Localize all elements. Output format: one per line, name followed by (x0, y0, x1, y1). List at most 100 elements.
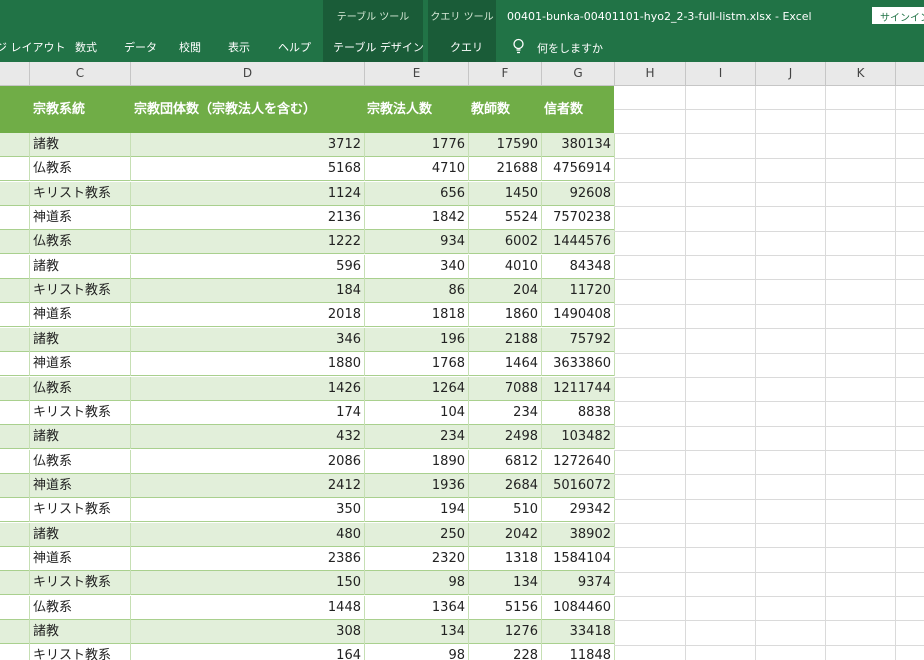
cell-believers[interactable]: 1084460 (542, 595, 615, 620)
cell-groups[interactable]: 2018 (131, 303, 365, 328)
cell-teachers[interactable]: 234 (469, 400, 542, 425)
cell-teachers[interactable]: 204 (469, 279, 542, 304)
cell-teachers[interactable]: 1464 (469, 352, 542, 377)
cell-believers[interactable]: 33418 (542, 620, 615, 644)
cell-believers[interactable]: 11848 (542, 644, 615, 660)
cell-religion[interactable]: キリスト教系 (30, 644, 131, 660)
cell-groups[interactable]: 5168 (131, 157, 365, 182)
cell-religion[interactable]: キリスト教系 (30, 279, 131, 304)
cell-groups[interactable]: 2136 (131, 206, 365, 231)
column-header-j[interactable]: J (756, 62, 826, 86)
cell-teachers[interactable]: 510 (469, 498, 542, 523)
cell-b[interactable] (0, 473, 30, 498)
cell-b[interactable] (0, 230, 30, 255)
sign-in-button[interactable]: サインイン (872, 7, 924, 24)
cell-groups[interactable]: 308 (131, 620, 365, 644)
cell-religion[interactable]: 諸教 (30, 425, 131, 450)
cell-religion[interactable]: 諸教 (30, 327, 131, 352)
cell-b[interactable] (0, 279, 30, 304)
column-header-g[interactable]: G (542, 62, 615, 86)
cell-b[interactable] (0, 644, 30, 660)
cell-believers[interactable]: 5016072 (542, 473, 615, 498)
cell-b[interactable] (0, 425, 30, 450)
cell-teachers[interactable]: 21688 (469, 157, 542, 182)
cell-groups[interactable]: 3712 (131, 133, 365, 157)
tab-query[interactable]: クエリ (450, 39, 483, 55)
cell-teachers[interactable]: 6812 (469, 449, 542, 474)
column-header-f[interactable]: F (469, 62, 542, 86)
header-religion[interactable]: 宗教系統 (33, 86, 85, 133)
cell-teachers[interactable]: 1860 (469, 303, 542, 328)
cell-religion[interactable]: 仏教系 (30, 595, 131, 620)
cell-religion[interactable]: 諸教 (30, 522, 131, 547)
cell-corporations[interactable]: 104 (365, 400, 469, 425)
cell-corporations[interactable]: 656 (365, 181, 469, 206)
cell-corporations[interactable]: 98 (365, 571, 469, 596)
cell-b[interactable] (0, 449, 30, 474)
cell-believers[interactable]: 29342 (542, 498, 615, 523)
cell-groups[interactable]: 596 (131, 254, 365, 279)
cell-groups[interactable]: 1880 (131, 352, 365, 377)
cell-religion[interactable]: キリスト教系 (30, 571, 131, 596)
cell-corporations[interactable]: 250 (365, 522, 469, 547)
tab-formulas[interactable]: 数式 (75, 39, 97, 55)
cell-groups[interactable]: 164 (131, 644, 365, 660)
cell-teachers[interactable]: 228 (469, 644, 542, 660)
cell-b[interactable] (0, 571, 30, 596)
cell-religion[interactable]: 諸教 (30, 254, 131, 279)
cell-groups[interactable]: 432 (131, 425, 365, 450)
cell-groups[interactable]: 1124 (131, 181, 365, 206)
cell-believers[interactable]: 92608 (542, 181, 615, 206)
tab-table-design[interactable]: テーブル デザイン (333, 39, 424, 55)
cell-groups[interactable]: 1426 (131, 376, 365, 401)
cell-b[interactable] (0, 522, 30, 547)
cell-religion[interactable]: 仏教系 (30, 157, 131, 182)
cell-b[interactable] (0, 498, 30, 523)
tab-page-layout[interactable]: ジ レイアウト (0, 39, 66, 55)
cell-groups[interactable]: 1448 (131, 595, 365, 620)
cell-groups[interactable]: 2086 (131, 449, 365, 474)
cell-corporations[interactable]: 98 (365, 644, 469, 660)
cell-groups[interactable]: 480 (131, 522, 365, 547)
cell-religion[interactable]: 仏教系 (30, 449, 131, 474)
tab-data[interactable]: データ (124, 39, 157, 55)
cell-corporations[interactable]: 1264 (365, 376, 469, 401)
header-believers[interactable]: 信者数 (544, 86, 583, 133)
cell-teachers[interactable]: 4010 (469, 254, 542, 279)
cell-groups[interactable]: 174 (131, 400, 365, 425)
cell-b[interactable] (0, 133, 30, 157)
column-header-d[interactable]: D (131, 62, 365, 86)
cell-believers[interactable]: 8838 (542, 400, 615, 425)
cell-teachers[interactable]: 1450 (469, 181, 542, 206)
cell-teachers[interactable]: 2498 (469, 425, 542, 450)
column-header-e[interactable]: E (365, 62, 469, 86)
cell-religion[interactable]: 神道系 (30, 473, 131, 498)
cell-believers[interactable]: 1272640 (542, 449, 615, 474)
cell-believers[interactable]: 38902 (542, 522, 615, 547)
cell-corporations[interactable]: 86 (365, 279, 469, 304)
cell-believers[interactable]: 1211744 (542, 376, 615, 401)
cell-b[interactable] (0, 400, 30, 425)
cell-corporations[interactable]: 4710 (365, 157, 469, 182)
cell-corporations[interactable]: 340 (365, 254, 469, 279)
tab-view[interactable]: 表示 (228, 39, 250, 55)
cell-believers[interactable]: 103482 (542, 425, 615, 450)
cell-teachers[interactable]: 17590 (469, 133, 542, 157)
header-corporations[interactable]: 宗教法人数 (367, 86, 432, 133)
cell-believers[interactable]: 7570238 (542, 206, 615, 231)
lightbulb-icon[interactable] (511, 38, 526, 55)
cell-teachers[interactable]: 2684 (469, 473, 542, 498)
cell-religion[interactable]: 神道系 (30, 352, 131, 377)
cell-b[interactable] (0, 352, 30, 377)
tell-me-search[interactable]: 何をしますか (537, 40, 603, 56)
cell-believers[interactable]: 75792 (542, 327, 615, 352)
cell-b[interactable] (0, 546, 30, 571)
cell-b[interactable] (0, 303, 30, 328)
cell-believers[interactable]: 1490408 (542, 303, 615, 328)
cell-corporations[interactable]: 194 (365, 498, 469, 523)
cell-religion[interactable]: 神道系 (30, 546, 131, 571)
cell-believers[interactable]: 1584104 (542, 546, 615, 571)
cell-b[interactable] (0, 206, 30, 231)
cell-corporations[interactable]: 134 (365, 620, 469, 644)
cell-corporations[interactable]: 1818 (365, 303, 469, 328)
